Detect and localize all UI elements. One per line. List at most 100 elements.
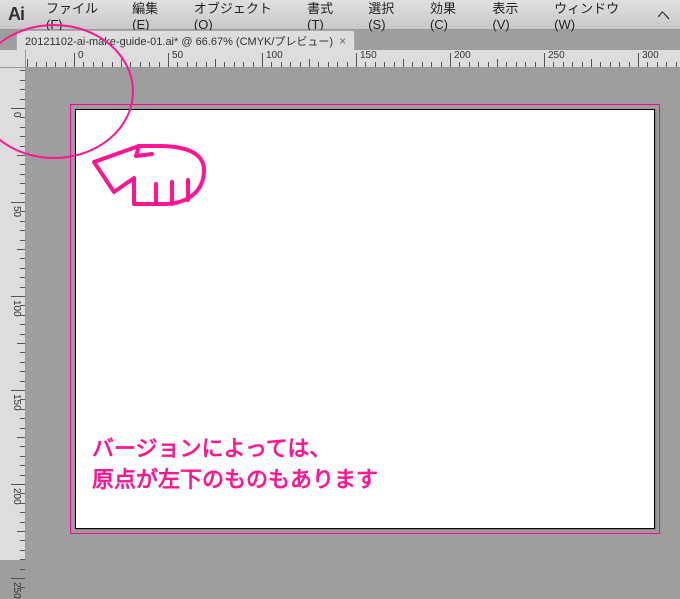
ruler-h-tick: [215, 59, 216, 67]
ruler-h-label: 250: [548, 50, 565, 61]
ruler-v-tick: [20, 446, 25, 447]
ruler-h-tick: [112, 62, 113, 67]
ruler-v-tick: [20, 540, 25, 541]
ruler-h-tick: [544, 53, 545, 67]
ruler-v-tick: [20, 569, 25, 570]
ruler-h-tick: [130, 62, 131, 67]
ruler-v-tick: [20, 352, 25, 353]
ruler-h-tick: [318, 62, 319, 67]
ruler-v-tick: [20, 70, 25, 71]
document-tab[interactable]: 20121102-ai-make-guide-01.ai* @ 66.67% (…: [16, 30, 355, 50]
ruler-h-tick: [224, 62, 225, 67]
pointing-hand-icon: [84, 122, 224, 222]
menu-effect[interactable]: 効果(C): [420, 0, 482, 32]
ruler-v-tick: [17, 437, 25, 438]
menu-help[interactable]: ヘ: [647, 5, 680, 24]
ruler-h-tick: [83, 62, 84, 67]
menu-select[interactable]: 選択(S): [358, 0, 420, 32]
annotation-line1: バージョンによっては、: [92, 434, 378, 465]
ruler-v-tick: [17, 155, 25, 156]
ruler-h-tick: [666, 62, 667, 67]
ruler-v-tick: [11, 484, 25, 485]
ruler-h-tick: [74, 53, 75, 67]
ruler-h-tick: [347, 62, 348, 67]
ruler-h-label: 150: [360, 50, 377, 61]
ruler-h-tick: [149, 62, 150, 67]
ruler-v-tick: [20, 418, 25, 419]
horizontal-ruler[interactable]: 050100150200250300: [26, 50, 680, 68]
menu-type[interactable]: 書式(T): [297, 0, 358, 32]
ruler-v-tick: [20, 381, 25, 382]
annotation-line2: 原点が左下のものもあります: [92, 465, 378, 496]
ruler-h-tick: [403, 59, 404, 67]
ruler-h-label: 50: [172, 50, 183, 61]
tab-close-icon[interactable]: ×: [339, 34, 346, 48]
ruler-v-tick: [20, 99, 25, 100]
ruler-h-tick: [384, 62, 385, 67]
ruler-h-tick: [591, 59, 592, 67]
ruler-v-tick: [11, 390, 25, 391]
ruler-v-tick: [20, 550, 25, 551]
ruler-v-tick: [20, 465, 25, 466]
ruler-v-tick: [20, 315, 25, 316]
ruler-h-tick: [300, 62, 301, 67]
ruler-h-tick: [478, 62, 479, 67]
ruler-h-tick: [27, 59, 28, 67]
menu-file[interactable]: ファイル(F): [36, 0, 122, 32]
ruler-h-tick: [262, 53, 263, 67]
tab-title: 20121102-ai-make-guide-01.ai* @ 66.67% (…: [25, 33, 333, 49]
ruler-h-tick: [459, 62, 460, 67]
ruler-h-tick: [638, 53, 639, 67]
ruler-h-tick: [93, 62, 94, 67]
ruler-v-tick: [20, 136, 25, 137]
ruler-v-tick: [20, 230, 25, 231]
ruler-h-tick: [422, 62, 423, 67]
ruler-origin-corner[interactable]: [0, 50, 26, 68]
ruler-v-tick: [20, 268, 25, 269]
menu-window[interactable]: ウィンドウ(W): [544, 0, 647, 32]
canvas-area[interactable]: バージョンによっては、 原点が左下のものもあります: [26, 68, 680, 560]
tab-bar: 20121102-ai-make-guide-01.ai* @ 66.67% (…: [0, 30, 680, 50]
menu-view[interactable]: 表示(V): [482, 0, 544, 32]
ruler-h-tick: [206, 62, 207, 67]
ruler-v-tick: [20, 522, 25, 523]
ruler-v-tick: [20, 193, 25, 194]
artboard: バージョンによっては、 原点が左下のものもあります: [75, 109, 655, 529]
ruler-h-tick: [516, 62, 517, 67]
ruler-v-tick: [20, 456, 25, 457]
ruler-v-tick: [20, 305, 25, 306]
ruler-h-tick: [582, 62, 583, 67]
ruler-h-tick: [102, 62, 103, 67]
ruler-v-tick: [20, 211, 25, 212]
ruler-h-tick: [676, 62, 677, 67]
ruler-v-tick: [17, 249, 25, 250]
menu-object[interactable]: オブジェクト(O): [184, 0, 297, 32]
ruler-v-tick: [20, 127, 25, 128]
ruler-h-tick: [469, 62, 470, 67]
ruler-h-tick: [375, 62, 376, 67]
ruler-h-tick: [629, 62, 630, 67]
vertical-ruler[interactable]: 050100150200250: [0, 68, 26, 560]
ruler-v-tick: [20, 146, 25, 147]
ruler-h-tick: [647, 62, 648, 67]
ruler-v-tick: [17, 343, 25, 344]
ruler-v-tick: [11, 578, 25, 579]
ruler-v-tick: [20, 164, 25, 165]
ruler-v-tick: [20, 287, 25, 288]
ruler-h-tick: [431, 62, 432, 67]
ruler-v-tick: [20, 80, 25, 81]
ruler-v-tick: [20, 258, 25, 259]
menu-edit[interactable]: 編集(E): [122, 0, 184, 32]
ruler-h-tick: [271, 62, 272, 67]
ruler-v-tick: [20, 512, 25, 513]
ruler-v-label: 250: [11, 582, 22, 599]
ruler-h-tick: [572, 62, 573, 67]
ruler-v-tick: [20, 277, 25, 278]
ruler-v-tick: [20, 371, 25, 372]
ruler-h-tick: [600, 62, 601, 67]
ruler-h-tick: [121, 59, 122, 67]
ruler-v-tick: [20, 493, 25, 494]
ruler-h-tick: [243, 62, 244, 67]
ruler-h-tick: [36, 62, 37, 67]
ruler-v-tick: [20, 334, 25, 335]
